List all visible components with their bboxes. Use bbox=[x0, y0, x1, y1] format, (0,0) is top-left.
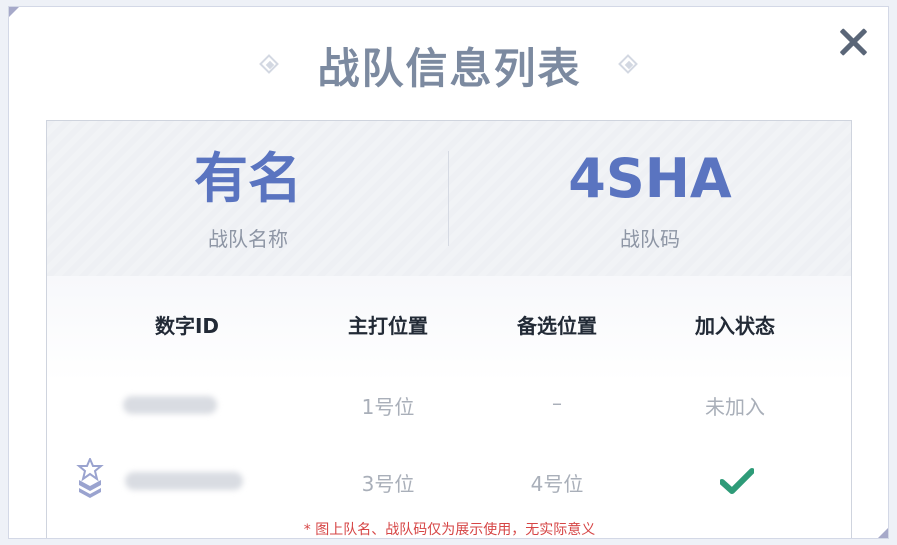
dialog-title: 战队信息列表 bbox=[317, 43, 582, 93]
column-header-secondary: 备选位置 bbox=[517, 314, 597, 338]
close-icon[interactable] bbox=[836, 25, 870, 59]
corner-decoration bbox=[9, 7, 19, 17]
team-info-panel: 有名 战队名称 4SHA 战队码 数字ID 主打位置 备选位置 加入状态 1号位… bbox=[46, 120, 852, 538]
primary-position: 1号位 bbox=[361, 395, 415, 419]
primary-position: 3号位 bbox=[361, 472, 415, 496]
title-row: 战队信息列表 bbox=[9, 35, 888, 95]
team-code: 4SHA bbox=[568, 147, 732, 210]
disclaimer-note: * 图上队名、战队码仅为展示使用，无实际意义 bbox=[303, 522, 596, 538]
team-summary: 有名 战队名称 4SHA 战队码 bbox=[47, 121, 851, 276]
diamond-ornament-icon bbox=[259, 54, 281, 76]
join-status: 未加入 bbox=[705, 395, 765, 419]
column-header-id: 数字ID bbox=[154, 314, 220, 338]
secondary-position: 4号位 bbox=[530, 472, 584, 496]
team-name-block: 有名 战队名称 bbox=[47, 141, 449, 261]
column-header-primary: 主打位置 bbox=[348, 314, 428, 338]
rank-badge-icon bbox=[76, 458, 104, 498]
team-name-label: 战队名称 bbox=[208, 227, 288, 251]
secondary-position: – bbox=[552, 391, 562, 415]
member-id-redacted bbox=[125, 472, 243, 490]
member-id-redacted bbox=[123, 396, 217, 414]
diamond-ornament-icon bbox=[618, 54, 640, 76]
team-name: 有名 bbox=[194, 147, 302, 210]
team-info-dialog: 战队信息列表 有名 战队名称 4SHA 战队码 数字ID 主打位置 备选位置 加… bbox=[8, 6, 889, 539]
check-icon bbox=[720, 468, 754, 494]
column-header-status: 加入状态 bbox=[695, 314, 775, 338]
team-code-block: 4SHA 战队码 bbox=[449, 141, 851, 261]
team-code-label: 战队码 bbox=[620, 227, 680, 251]
